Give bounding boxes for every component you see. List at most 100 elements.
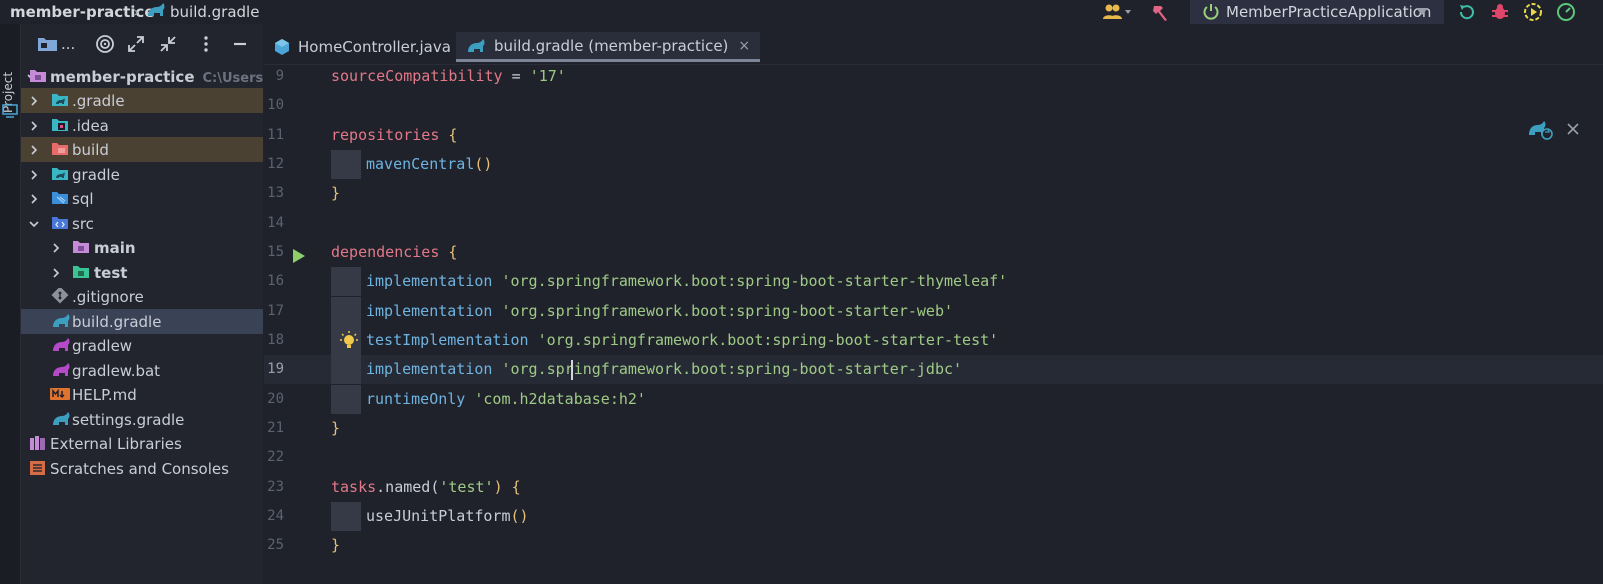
line-number: 20: [267, 391, 284, 407]
project-view-dots[interactable]: ...: [61, 34, 75, 54]
java-class-icon: [274, 38, 290, 56]
tree-item-label: gradlew.bat: [72, 361, 161, 380]
line-number: 14: [267, 215, 284, 231]
project-panel: ... member-practiceC:\Users\hy: [21, 24, 263, 584]
tree-item-main[interactable]: main: [21, 235, 263, 260]
gradle-sync-notification: [1527, 115, 1587, 145]
line-number: 21: [267, 420, 284, 436]
tool-window-stripe: Project: [0, 24, 21, 584]
run-coverage-icon[interactable]: [1521, 0, 1545, 24]
chevron-down-icon[interactable]: [29, 219, 39, 229]
code-line: 9 sourceCompatibility = '17': [264, 62, 1603, 91]
tree-item-label: src: [72, 214, 94, 233]
tree-item-gradlew[interactable]: gradlew: [21, 333, 263, 358]
expand-all-icon[interactable]: [127, 34, 145, 54]
tree-item-label: sql: [72, 189, 94, 208]
indent-guide: [331, 297, 361, 326]
tree-item-settings-gradle[interactable]: settings.gradle: [21, 407, 263, 432]
tree-item-label: .gitignore: [72, 287, 144, 306]
users-icon[interactable]: [1100, 0, 1134, 24]
code-line: 12 mavenCentral(): [264, 150, 1603, 179]
gradle-script-icon: [51, 337, 70, 353]
tree-item-label: build: [72, 140, 109, 159]
tree-item-build-gradle[interactable]: build.gradle: [21, 309, 263, 334]
rerun-icon[interactable]: [1455, 0, 1479, 24]
tree-item-dot-gradle[interactable]: .gradle: [21, 88, 263, 113]
collapse-all-icon[interactable]: [159, 34, 177, 54]
tree-item-label: gradle: [72, 165, 120, 184]
hide-panel-icon[interactable]: [233, 34, 247, 54]
code-line-current: 19 implementation 'org.springframework.b…: [264, 355, 1603, 384]
tree-item-build[interactable]: build: [21, 137, 263, 162]
tab-build-gradle[interactable]: build.gradle (member-practice) ×: [456, 32, 761, 62]
close-icon[interactable]: ×: [738, 38, 750, 54]
chevron-right-icon[interactable]: [51, 243, 61, 253]
tree-item-test[interactable]: test: [21, 260, 263, 285]
monitor-icon[interactable]: [2, 104, 18, 122]
tab-home-controller[interactable]: HomeController.java ×: [274, 32, 473, 62]
markdown-file-icon: [49, 386, 70, 402]
close-icon[interactable]: [1567, 121, 1579, 139]
code-line: 15 dependencies {: [264, 238, 1603, 267]
code-line: 23 tasks.named('test') {: [264, 473, 1603, 502]
git-file-icon: [51, 286, 69, 304]
indent-guide: [331, 150, 361, 179]
line-number: 13: [267, 185, 284, 201]
chevron-down-icon: [1416, 8, 1428, 15]
line-number: 22: [267, 449, 284, 465]
tree-item-help-md[interactable]: HELP.md: [21, 382, 263, 407]
profiler-icon[interactable]: [1554, 0, 1578, 24]
code-editor[interactable]: 9 sourceCompatibility = '17' 10 11 repos…: [264, 65, 1603, 584]
tree-item-label: member-practiceC:\Users\hy: [50, 68, 263, 86]
gradle-folder-icon: [51, 166, 69, 182]
chevron-right-icon[interactable]: [29, 145, 39, 155]
chevron-right-icon[interactable]: [29, 121, 39, 131]
line-number: 16: [267, 273, 284, 289]
project-path: C:\Users\hy: [202, 70, 264, 86]
tree-item-label: main: [94, 238, 136, 257]
library-icon: [29, 435, 47, 451]
project-view-folder-icon[interactable]: [37, 34, 59, 54]
line-number: 23: [267, 479, 284, 495]
tree-item-gradlew-bat[interactable]: gradlew.bat: [21, 358, 263, 383]
code-line: 25 }: [264, 531, 1603, 560]
tree-item-label: test: [94, 263, 128, 282]
code-line: 14: [264, 209, 1603, 238]
breadcrumb-file[interactable]: build.gradle: [170, 2, 259, 22]
chevron-right-icon[interactable]: [29, 170, 39, 180]
select-opened-file-icon[interactable]: [95, 34, 115, 54]
line-number: 12: [267, 156, 284, 172]
tab-label: HomeController.java: [298, 38, 451, 56]
line-number: 11: [267, 127, 284, 143]
tree-item-label: gradlew: [72, 336, 133, 355]
code-line: 20 runtimeOnly 'com.h2database:h2': [264, 385, 1603, 414]
run-configuration-select[interactable]: MemberPracticeApplication: [1190, 0, 1444, 24]
build-hammer-icon[interactable]: [1150, 0, 1172, 24]
tree-item-external-libraries[interactable]: External Libraries: [21, 431, 263, 456]
tree-item-idea[interactable]: .idea: [21, 113, 263, 138]
tree-item-gitignore[interactable]: .gitignore: [21, 284, 263, 309]
tree-item-sql[interactable]: sql: [21, 186, 263, 211]
tree-item-root[interactable]: member-practiceC:\Users\hy: [21, 64, 263, 89]
chevron-right-icon[interactable]: [29, 96, 39, 106]
gradle-sync-icon[interactable]: [1527, 117, 1553, 145]
tree-item-scratches[interactable]: Scratches and Consoles: [21, 456, 263, 481]
tree-item-label: Scratches and Consoles: [50, 459, 229, 478]
gradle-file-icon: [51, 313, 70, 329]
chevron-right-icon[interactable]: [29, 194, 39, 204]
tree-item-gradle[interactable]: gradle: [21, 162, 263, 187]
more-options-icon[interactable]: [203, 34, 209, 54]
code-line: 21 }: [264, 414, 1603, 443]
debug-bug-icon[interactable]: [1488, 0, 1512, 24]
tree-item-label: External Libraries: [50, 434, 182, 453]
scratches-icon: [29, 460, 47, 476]
gradle-folder-icon: [51, 92, 69, 108]
tree-item-label: build.gradle: [72, 312, 162, 331]
test-folder-icon: [72, 264, 90, 280]
code-line: 16 implementation 'org.springframework.b…: [264, 267, 1603, 296]
tree-item-src[interactable]: src: [21, 211, 263, 236]
tree-item-label: .idea: [72, 116, 109, 135]
chevron-right-icon[interactable]: [51, 268, 61, 278]
line-number: 25: [267, 537, 284, 553]
code-line: 11 repositories {: [264, 121, 1603, 150]
